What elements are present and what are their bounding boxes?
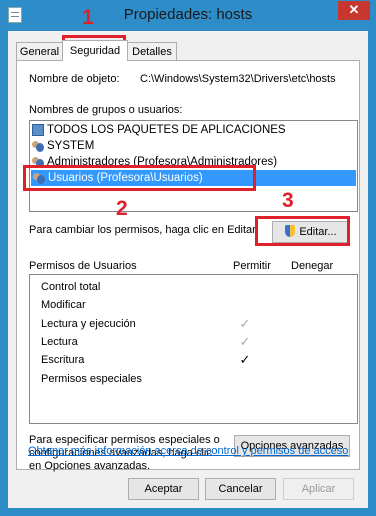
security-panel: Nombre de objeto: C:\Windows\System32\Dr…: [16, 60, 360, 472]
tab-seguridad[interactable]: Seguridad: [62, 40, 128, 61]
check-icon: ✓: [239, 352, 251, 367]
annotation-box-edit: [255, 216, 350, 246]
annotation-number-three: 3: [282, 189, 294, 212]
dialog-body: General Seguridad Detalles Nombre de obj…: [8, 31, 368, 508]
annotation-number-one: 1: [82, 6, 94, 29]
annotation-number-two: 2: [116, 197, 128, 220]
check-icon: ✓: [239, 334, 251, 349]
table-row: Modificar: [41, 299, 86, 311]
window-title: Propiedades: hosts: [123, 6, 253, 23]
help-link[interactable]: Obtener más información acerca de contro…: [28, 445, 348, 457]
list-item[interactable]: TODOS LOS PAQUETES DE APLICACIONES: [30, 122, 357, 138]
annotation-box-user: [23, 165, 256, 191]
allow-header: Permitir: [233, 260, 271, 272]
cancel-button[interactable]: Cancelar: [205, 478, 276, 500]
object-name-value: C:\Windows\System32\Drivers\etc\hosts: [140, 73, 336, 85]
table-row: Escritura ✓: [41, 352, 251, 367]
advanced-hint-line: en Opciones avanzadas.: [29, 460, 151, 472]
accept-button[interactable]: Aceptar: [128, 478, 199, 500]
check-icon: ✓: [239, 316, 251, 331]
object-name-label: Nombre de objeto:: [29, 73, 120, 85]
permissions-table: Control total Modificar Lectura y ejecuc…: [29, 274, 358, 424]
deny-header: Denegar: [291, 260, 334, 272]
users-icon: [32, 140, 44, 152]
package-icon: [32, 124, 44, 136]
apply-button: Aplicar: [283, 478, 354, 500]
list-item[interactable]: SYSTEM: [30, 138, 357, 154]
title-bar[interactable]: Propiedades: hosts ✕: [0, 0, 376, 31]
table-row: Control total: [41, 281, 101, 293]
table-row: Permisos especiales: [41, 373, 142, 385]
groups-label: Nombres de grupos o usuarios:: [29, 104, 183, 116]
permissions-header: Permisos de Usuarios: [29, 260, 137, 272]
edit-hint: Para cambiar los permisos, haga clic en …: [29, 224, 259, 236]
tab-detalles[interactable]: Detalles: [127, 42, 177, 60]
table-row: Lectura y ejecución ✓: [41, 316, 251, 331]
table-row: Lectura ✓: [41, 334, 251, 349]
window-frame: Propiedades: hosts ✕ General Seguridad D…: [0, 0, 376, 516]
tab-general[interactable]: General: [16, 42, 63, 60]
close-button[interactable]: ✕: [338, 1, 370, 20]
